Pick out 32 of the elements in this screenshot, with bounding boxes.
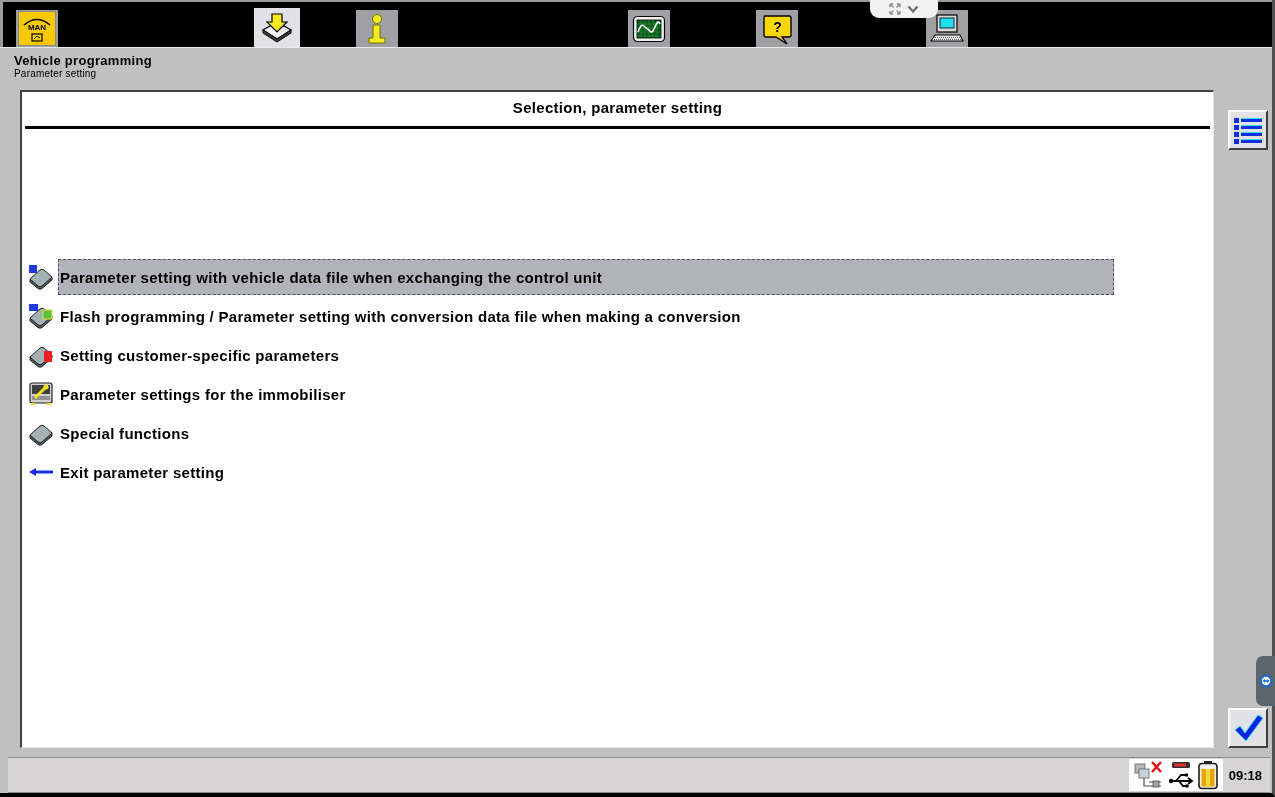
page-subtitle: Parameter setting <box>14 68 97 80</box>
toolbar-tab[interactable] <box>926 10 968 47</box>
toolbar-tab[interactable] <box>254 8 300 47</box>
network-disconnected-icon <box>1132 760 1165 790</box>
confirm-button[interactable] <box>1228 708 1268 748</box>
arrows-circle-icon <box>1258 674 1273 688</box>
menu-item[interactable]: Special functions <box>58 415 192 451</box>
menu-item[interactable]: Exit parameter setting <box>58 454 227 490</box>
menu-item[interactable]: Parameter setting with vehicle data file when exchanging the control unit <box>58 259 1114 295</box>
collapse-button[interactable] <box>907 3 919 15</box>
computer-icon <box>930 12 964 45</box>
truck-wrench-icon <box>28 381 54 407</box>
page-title: Vehicle programming <box>14 53 152 68</box>
download-icon <box>260 11 294 44</box>
clock-time: 09:18 <box>1228 767 1262 783</box>
toolbar-tab[interactable] <box>628 10 670 47</box>
list-button[interactable] <box>1228 110 1268 150</box>
checkmark-icon <box>1232 713 1264 743</box>
expand-icon <box>889 3 901 15</box>
toolbar-tab[interactable]: MAN <box>16 10 58 47</box>
menu-item[interactable]: Parameter settings for the immobiliser <box>58 376 348 412</box>
menu-item[interactable]: Flash programming / Parameter setting with conversion data file when making a conversion <box>58 298 743 334</box>
side-tab[interactable] <box>1256 656 1275 706</box>
module-icon <box>28 264 54 290</box>
battery-icon <box>1196 760 1219 790</box>
expand-button[interactable] <box>889 3 901 15</box>
usb-icon <box>1167 760 1194 790</box>
list-icon <box>1232 115 1264 145</box>
module-icon <box>28 303 54 329</box>
menu-item[interactable]: Setting customer-specific parameters <box>58 337 342 373</box>
panel-title: Selection, parameter setting <box>25 92 1210 129</box>
chevron-down-icon <box>907 3 919 15</box>
